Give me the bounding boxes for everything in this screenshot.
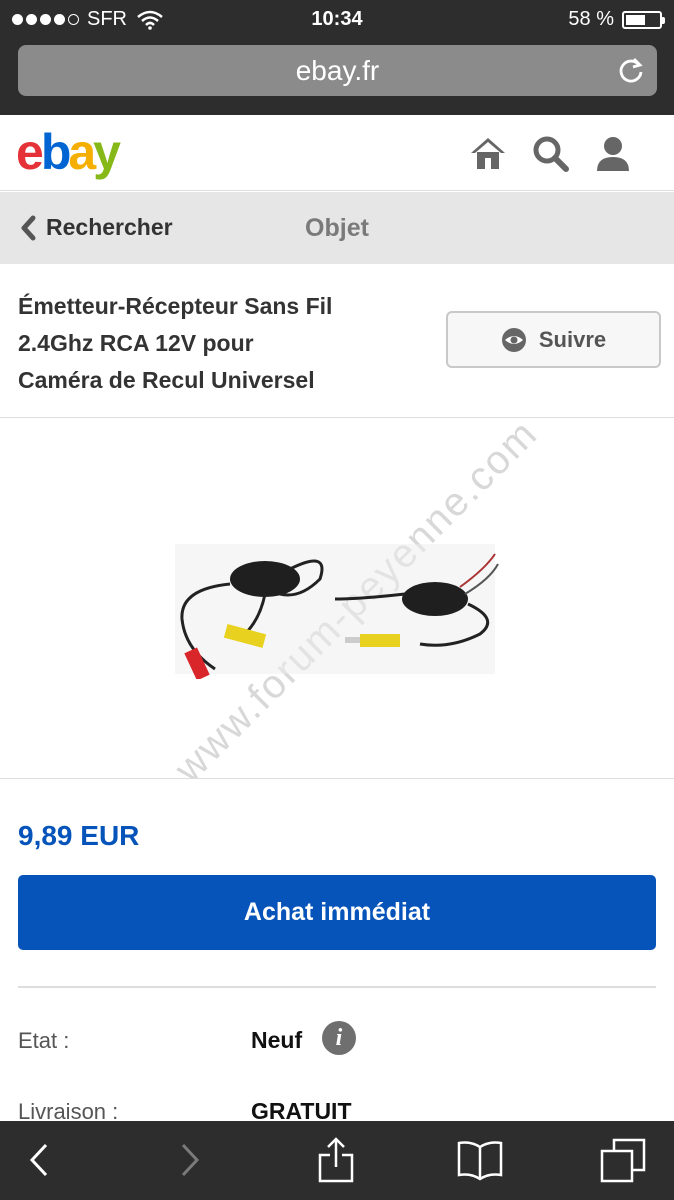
buy-now-button[interactable]: Achat immédiat [18,875,656,950]
battery-status: 58 % [568,8,665,31]
user-icon[interactable] [593,133,633,173]
product-image[interactable]: www.forum-peyenne.com [0,419,674,779]
item-title: Émetteur-Récepteur Sans Fil 2.4Ghz RCA 1… [18,293,333,393]
status-bar: SFR 10:34 58 % [0,0,674,40]
eye-icon [501,327,526,352]
battery-icon [622,10,665,29]
search-icon[interactable] [530,133,570,173]
condition-label: Etat : [18,1028,70,1053]
follow-label: Suivre [538,326,607,352]
breadcrumb-bar: Rechercher Objet [0,192,674,264]
chevron-left-icon [21,215,36,240]
url-text[interactable]: ebay.fr [18,55,657,87]
item-price: 9,89 EUR [18,820,140,851]
info-icon[interactable]: i [322,1021,356,1055]
ebay-logo[interactable]: ebay [16,123,121,181]
address-bar[interactable]: ebay.fr [18,45,657,96]
home-icon[interactable] [468,133,508,173]
back-to-search[interactable]: Rechercher [20,214,173,241]
follow-button[interactable]: Suivre [446,311,661,368]
item-title-block: Émetteur-Récepteur Sans Fil 2.4Ghz RCA 1… [0,264,674,418]
divider [18,986,656,988]
back-label: Rechercher [46,214,173,240]
product-photo [175,544,499,679]
battery-percent: 58 % [568,8,614,30]
tabs-icon[interactable] [600,1137,646,1183]
condition-value: Neuf [251,1027,303,1053]
forward-icon[interactable] [167,1137,213,1183]
reload-icon[interactable] [617,56,645,84]
site-header: ebay [0,115,674,191]
browser-top-chrome: SFR 10:34 58 % ebay.fr [0,0,674,115]
back-icon[interactable] [18,1137,64,1183]
share-icon[interactable] [313,1137,359,1183]
browser-toolbar [0,1121,674,1200]
bookmarks-icon[interactable] [457,1137,503,1183]
buy-now-label: Achat immédiat [243,898,431,926]
